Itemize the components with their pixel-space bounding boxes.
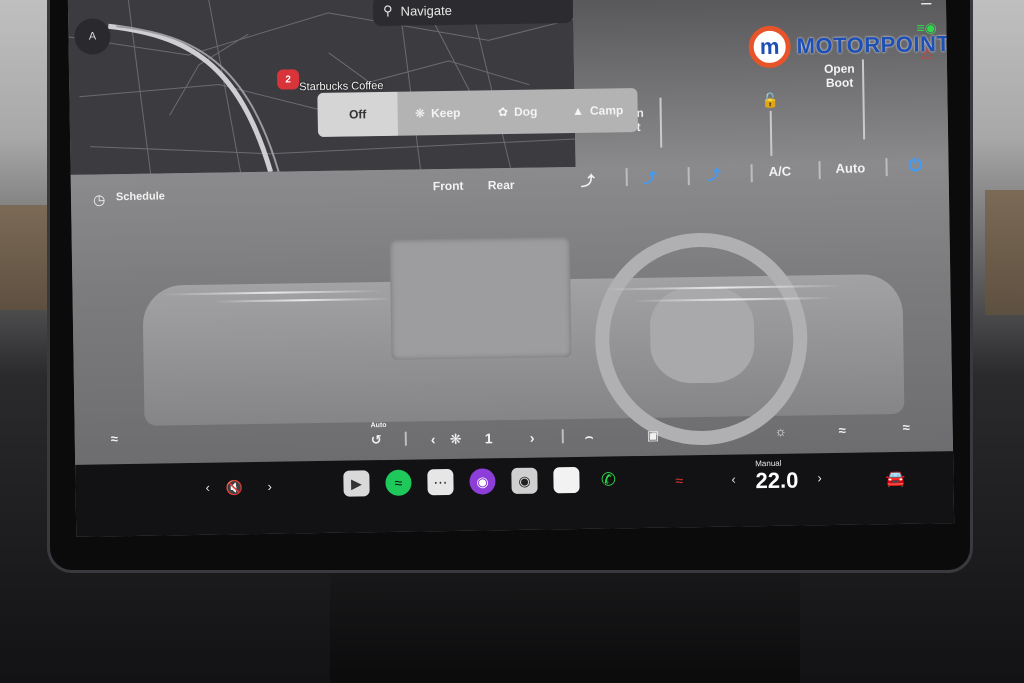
phone-app-icon[interactable]: ✆ [595,466,621,492]
volume-decrease-button[interactable]: ‹ [205,480,210,495]
more-apps-icon[interactable]: ⋯ [427,468,454,496]
climate-power-icon[interactable]: ⏻ [908,156,922,176]
schedule-button[interactable]: Schedule [116,190,165,203]
mode-keep-button[interactable]: ❋ Keep [397,91,478,136]
tent-icon: ▲ [571,103,585,119]
car-icon[interactable]: 🚘 [885,469,905,489]
temp-increase-button[interactable]: › [817,470,822,485]
auto-climate-button[interactable]: Auto [835,160,865,175]
blank-app-icon[interactable] [553,466,580,494]
steering-heater-icon[interactable]: ☼ [775,424,787,439]
rear-defrost-icon[interactable]: ▣ [647,428,660,444]
motorpoint-watermark: m MOTORPOINT [748,23,951,69]
climate-mode-selector: Off ❋ Keep ✿ Dog ▲ Camp [317,87,639,138]
media-player-app-icon[interactable]: ▶ [343,470,370,497]
mode-off-button[interactable]: Off [317,91,399,138]
airflow-windscreen-icon[interactable]: ⤴ [707,165,721,185]
airflow-feet-icon[interactable]: ⤴ [643,168,657,188]
fan-speed-icon: ❋ [449,430,462,447]
mode-camp-button[interactable]: ▲ Camp [557,88,638,133]
volume-mute-icon[interactable]: 🔇 [225,479,243,496]
fan-speed-value: 1 [484,430,493,447]
charging-poi-badge[interactable]: 2 [276,69,300,90]
front-defrost-icon[interactable]: ⌢ [585,429,594,445]
search-icon: ⚲ [382,2,393,18]
map-view[interactable]: A ⚲ Navigate 2 Starbucks Coffee [67,0,576,175]
divider [561,429,564,444]
divider [625,168,628,187]
volume-increase-button[interactable]: › [267,479,272,494]
compass-letter: A [88,30,97,43]
center-screen-render [389,237,572,360]
driver-seat-heater-icon[interactable]: ≈ [675,472,683,488]
dashcam-app-icon[interactable]: ◉ [511,467,538,495]
fan-decrease-button[interactable]: ‹ [431,431,436,447]
motorpoint-logo-icon: m [748,25,792,69]
divider [687,167,690,186]
recirculation-icon[interactable]: ↺ [371,432,382,448]
poi-badge-count: 2 [285,73,292,86]
temp-decrease-button[interactable]: ‹ [731,471,736,486]
fan-icon: ❋ [414,106,426,121]
wiper-defrost-icon[interactable]: ≈ [839,423,846,438]
right-seat-heater-icon[interactable]: ≈ [903,420,910,435]
divider [404,431,407,446]
front-defrost-tab[interactable]: Front [433,179,464,193]
wood-trim-right [985,190,1024,315]
divider [750,164,753,183]
touchscreen: A ⚲ Navigate 2 Starbucks Coffee en et 🔓 … [67,0,955,537]
mode-dog-button[interactable]: ✿ Dog [477,89,558,134]
unlock-icon[interactable]: 🔓 [761,92,779,109]
rear-defrost-tab[interactable]: Rear [488,178,515,192]
motorpoint-logo-text: MOTORPOINT [796,31,951,59]
schedule-icon[interactable]: ◷ [93,191,105,208]
recirc-auto-label: Auto [370,421,387,430]
divider [818,161,821,180]
navigate-label: Navigate [400,2,453,19]
navigate-search[interactable]: ⚲ Navigate [372,0,574,27]
left-seat-heater-icon[interactable]: ≈ [111,431,118,446]
airflow-face-icon[interactable]: ⤴ [581,171,595,191]
divider [885,158,888,177]
fan-increase-button[interactable]: › [530,430,535,446]
ac-button[interactable]: A/C [769,164,792,179]
menu-icon[interactable]: ☰ [920,0,933,9]
temp-mode-label: Manual [755,458,782,469]
cabin-temperature: 22.0 [755,467,799,494]
paw-icon: ✿ [497,105,509,120]
